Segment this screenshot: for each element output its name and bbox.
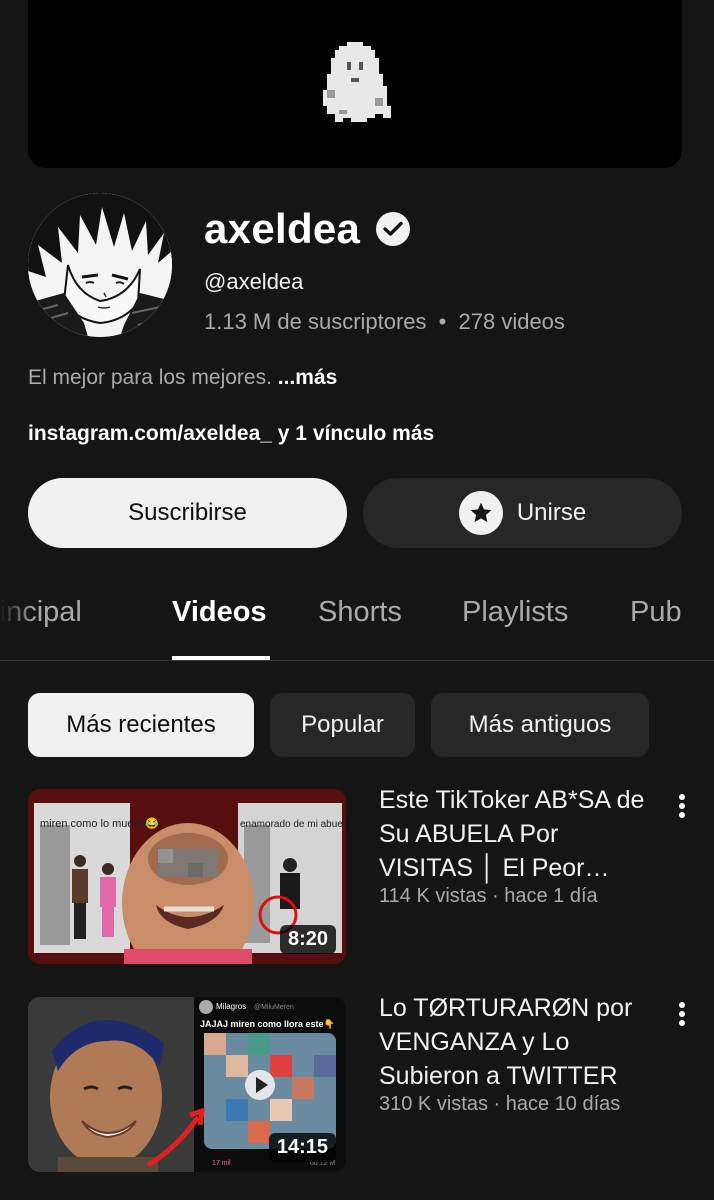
tabs-fade-left <box>0 570 36 660</box>
thumb-likes: 17 mil <box>212 1160 231 1167</box>
chip-mas-recientes[interactable]: Más recientes <box>28 693 254 757</box>
tab-playlists[interactable]: Playlists <box>462 596 568 629</box>
thumb-caption-right: enamorado de mi abuela😍😍 <box>240 818 346 830</box>
channel-tabs: rincipal Videos Shorts Playlists Pub <box>0 570 714 661</box>
video-item[interactable]: miren como lo mueve😂 enamorado de mi abu… <box>28 786 714 967</box>
join-label: Unirse <box>516 499 587 526</box>
video-count: 278 videos <box>458 309 565 334</box>
video-thumbnail[interactable]: miren como lo mueve😂 enamorado de mi abu… <box>28 789 346 964</box>
video-meta: 310 K vistas · hace 10 días <box>379 1093 621 1115</box>
ghost-icon <box>323 42 391 122</box>
channel-handle: @axeldea <box>204 269 304 294</box>
thumb-user: Milagros <box>216 1002 246 1011</box>
more-options-icon[interactable] <box>670 793 694 823</box>
thumb-caption-left: miren como lo mueve😂 <box>40 817 159 830</box>
subscribe-button[interactable]: Suscribirse <box>28 478 347 548</box>
tab-videos[interactable]: Videos <box>172 596 267 629</box>
video-duration: 8:20 <box>279 925 336 954</box>
channel-description[interactable]: El mejor para los mejores. ...más <box>28 366 337 390</box>
channel-name-text: axeldea <box>204 205 361 252</box>
chip-popular[interactable]: Popular <box>270 693 415 757</box>
stats-separator: • <box>438 309 447 334</box>
channel-stats: 1.13 M de suscriptores • 278 videos <box>204 309 565 335</box>
video-item[interactable]: Milagros @MiluMeren JAJAJ miren como llo… <box>28 994 714 1175</box>
tab-publicaciones[interactable]: Pub <box>630 596 682 629</box>
description-text: El mejor para los mejores. <box>28 366 272 389</box>
subscriber-count: 1.13 M de suscriptores <box>204 309 427 334</box>
video-meta: 114 K vistas · hace 1 día <box>379 885 598 907</box>
video-duration: 14:15 <box>268 1133 336 1162</box>
star-icon <box>458 491 503 535</box>
thumb-handle: @MiluMeren <box>254 1004 294 1011</box>
video-thumbnail[interactable]: Milagros @MiluMeren JAJAJ miren como llo… <box>28 997 346 1172</box>
channel-links[interactable]: instagram.com/axeldea_ y 1 vínculo más <box>28 422 434 446</box>
channel-banner <box>28 0 682 168</box>
more-options-icon[interactable] <box>670 1001 694 1031</box>
tab-shorts[interactable]: Shorts <box>318 596 402 629</box>
channel-name: axeldea <box>204 200 411 258</box>
verified-badge-icon <box>376 212 411 246</box>
video-title[interactable]: Lo TØRTURARØN por VENGANZA y Lo Subieron… <box>379 991 659 1093</box>
description-more-link[interactable]: ...más <box>278 366 338 389</box>
chip-mas-antiguos[interactable]: Más antiguos <box>431 693 649 757</box>
tabs-clip-right <box>684 570 714 660</box>
video-title[interactable]: Este TikToker AB*SA de Su ABUELA Por VIS… <box>379 783 659 885</box>
thumb-caption: JAJAJ miren como llora este👇 <box>200 1019 335 1030</box>
channel-avatar[interactable] <box>28 193 172 337</box>
active-tab-indicator <box>172 656 270 660</box>
join-button[interactable]: Unirse <box>363 478 682 548</box>
